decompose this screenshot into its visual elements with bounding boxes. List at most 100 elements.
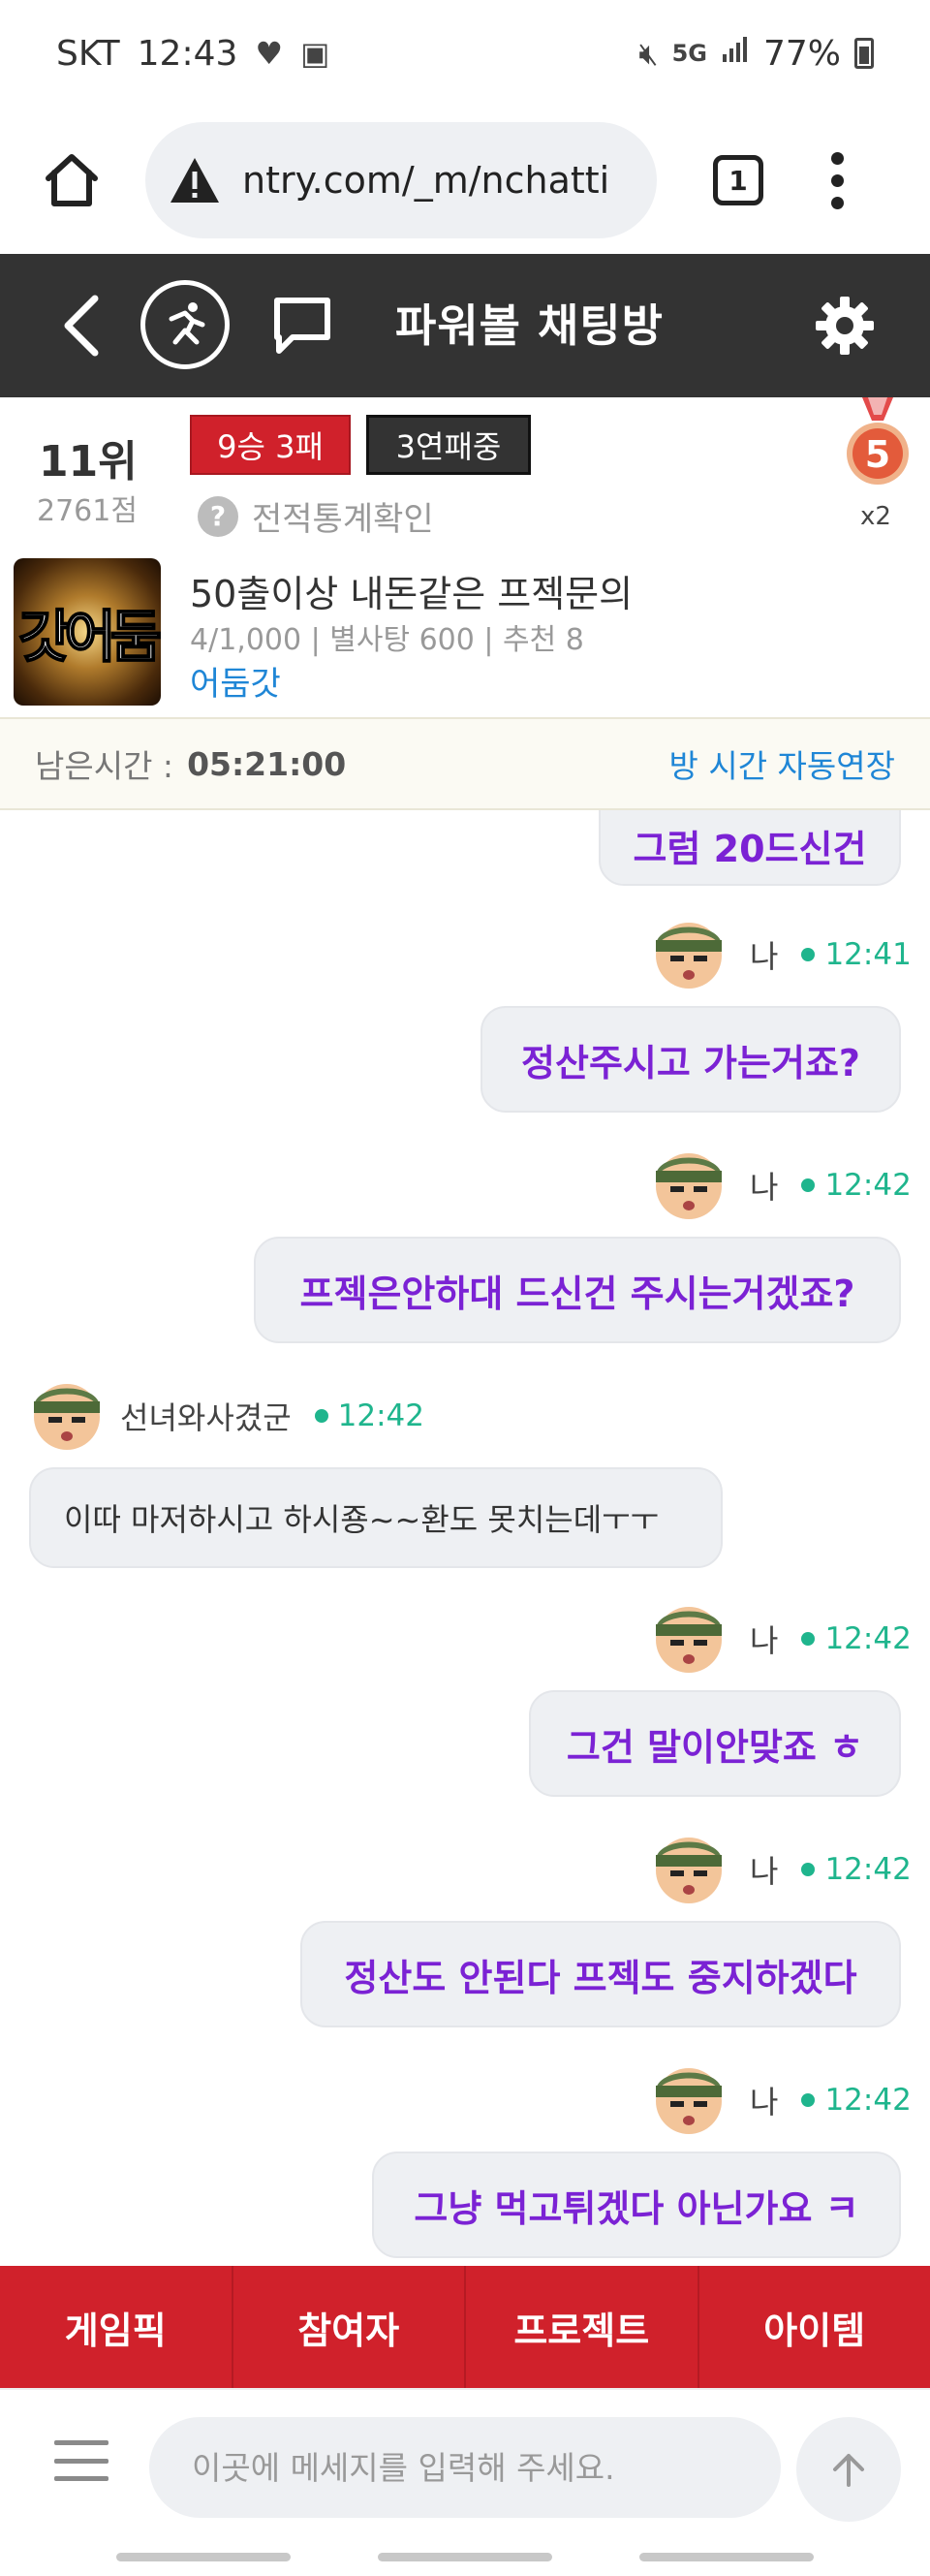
gesture-pill[interactable] <box>639 2553 814 2561</box>
avatar-icon <box>34 1384 100 1450</box>
room-thumbnail: 갓어둠 <box>14 558 161 706</box>
online-dot <box>801 1632 816 1646</box>
stats-link-label: 전적통계확인 <box>252 500 434 539</box>
battery-icon <box>854 38 874 69</box>
chat-bubble: 프젝은안하대 드신건 주시는거겠죠? <box>254 1237 901 1343</box>
home-button[interactable] <box>39 147 105 213</box>
message-text: 그럼 20드신건 <box>633 827 867 870</box>
chat-log[interactable]: 그럼 20드신건 나 12:41 정산주시고 가는거죠? 나 12:42 프젝은… <box>0 810 930 2266</box>
avatar-icon <box>656 1607 722 1673</box>
chat-bubble: 정산도 안된다 프젝도 중지하겠다 <box>300 1921 901 2027</box>
send-button[interactable] <box>796 2417 901 2522</box>
runner-button[interactable] <box>140 280 230 369</box>
online-dot <box>314 1409 328 1423</box>
message-input-bar <box>0 2388 930 2537</box>
message-time: 12:42 <box>824 1168 912 1203</box>
status-bar: SKT 12:43 ♥ ▣ 🔇︎ 5G 77% <box>0 0 930 107</box>
arrow-up-icon <box>833 2454 864 2487</box>
message-text: 정산주시고 가는거죠? <box>521 1041 860 1084</box>
profile-section: 11위 2761점 9승 3패 3연패중 ? 전적통계확인 5 x2 갓어둠 5… <box>0 397 930 717</box>
home-icon <box>46 154 98 206</box>
online-dot <box>801 948 816 961</box>
chat-bubble: 그건 말이안맞죠 ㅎ <box>529 1690 901 1797</box>
room-title: 50출이상 내돈같은 프젝문의 <box>190 573 634 615</box>
chat-bubble-icon[interactable] <box>269 293 335 359</box>
gesture-pill[interactable] <box>116 2553 291 2561</box>
message-time: 12:42 <box>824 2083 912 2118</box>
medal-multiplier: x2 <box>860 502 891 531</box>
clock: 12:43 <box>137 33 238 74</box>
online-dot <box>801 1863 816 1876</box>
hamburger-menu-icon[interactable] <box>54 2440 108 2481</box>
message-meta: 나 12:42 <box>651 2062 912 2138</box>
message-meta: 나 12:41 <box>651 917 912 992</box>
overflow-menu-button[interactable] <box>827 151 847 209</box>
warning-icon[interactable] <box>169 154 221 206</box>
sender-name: 나 <box>750 1169 779 1206</box>
address-bar[interactable]: ntry.com/_m/nchatti <box>145 122 657 238</box>
screen-record-icon: ▣ <box>300 35 330 72</box>
remaining-time-bar: 남은시간 : 05:21:00 방 시간 자동연장 <box>0 717 930 810</box>
medal-icon: 5 <box>847 397 909 485</box>
runner-icon <box>169 302 205 345</box>
bottom-tab-bar: 게임픽 참여자 프로젝트 아이템 <box>0 2266 930 2388</box>
message-text: 그건 말이안맞죠 ㅎ <box>566 1725 864 1769</box>
avatar-icon <box>656 1153 722 1219</box>
room-meta: 4/1,000 | 별사탕 600 | 추천 8 <box>190 623 584 657</box>
avatar-icon <box>656 2068 722 2134</box>
dot-icon <box>830 151 844 165</box>
sender-name: 나 <box>750 938 779 975</box>
message-meta: 나 12:42 <box>651 1147 912 1223</box>
network-5g-icon: 5G <box>671 40 707 67</box>
sender-name: 나 <box>750 2084 779 2120</box>
tab-game-pick[interactable]: 게임픽 <box>0 2266 233 2388</box>
message-text: 이따 마저하시고 하시죵~~환도 못치는데ㅜㅜ <box>64 1501 660 1538</box>
dot-icon <box>830 196 844 209</box>
user-rank: 11위 <box>39 437 138 487</box>
stats-link[interactable]: ? 전적통계확인 <box>198 492 434 540</box>
remaining-time-value: 05:21:00 <box>187 744 347 783</box>
message-time: 12:42 <box>337 1398 424 1433</box>
navigation-gesture-bar <box>0 2537 930 2576</box>
chat-bubble: 그럼 20드신건 <box>599 810 901 886</box>
heart-icon: ♥ <box>255 35 284 72</box>
gesture-pill[interactable] <box>378 2553 552 2561</box>
record-badge: 9승 3패 <box>190 415 351 475</box>
dot-icon <box>830 173 844 187</box>
sender-name: 나 <box>750 1622 779 1659</box>
app-header: 파워볼 채팅방 <box>0 254 930 397</box>
avatar-icon <box>656 1838 722 1903</box>
tab-project[interactable]: 프로젝트 <box>466 2266 699 2388</box>
tab-participants[interactable]: 참여자 <box>233 2266 466 2388</box>
tab-switcher-button[interactable]: 1 <box>713 155 763 205</box>
carrier: SKT <box>56 33 120 74</box>
message-meta: 나 12:42 <box>651 1832 912 1907</box>
auto-extend-link[interactable]: 방 시간 자동연장 <box>669 740 896 787</box>
question-icon: ? <box>198 495 238 537</box>
room-thumbnail-text: 갓어둠 <box>17 603 161 671</box>
streak-badge: 3연패중 <box>366 415 531 475</box>
online-dot <box>801 2093 816 2107</box>
signal-icon <box>721 35 750 72</box>
medal-level: 5 <box>865 433 890 476</box>
chat-bubble: 그냥 먹고튀겠다 아닌가요 ㅋ <box>372 2152 901 2258</box>
sender-name: 나 <box>750 1853 779 1890</box>
page-title: 파워볼 채팅방 <box>395 299 664 352</box>
url-text[interactable]: ntry.com/_m/nchatti <box>242 159 609 202</box>
gear-icon[interactable] <box>814 295 876 357</box>
sender-name: 선녀와사겼군 <box>120 1399 292 1436</box>
message-meta: 나 12:42 <box>651 1601 912 1677</box>
message-text: 프젝은안하대 드신건 주시는거겠죠? <box>299 1272 855 1315</box>
avatar-icon <box>656 923 722 989</box>
chat-bubble: 이따 마저하시고 하시죵~~환도 못치는데ㅜㅜ <box>29 1467 723 1568</box>
browser-toolbar: ntry.com/_m/nchatti 1 <box>0 107 930 254</box>
room-owner-link[interactable]: 어둠갓 <box>190 657 281 705</box>
back-arrow-icon[interactable] <box>54 293 112 359</box>
message-time: 12:42 <box>824 1852 912 1887</box>
tab-items[interactable]: 아이템 <box>699 2266 930 2388</box>
message-time: 12:41 <box>824 937 912 972</box>
mute-icon: 🔇︎ <box>638 34 659 72</box>
message-input[interactable] <box>149 2417 781 2518</box>
battery-percent: 77% <box>762 33 841 74</box>
online-dot <box>801 1178 816 1192</box>
